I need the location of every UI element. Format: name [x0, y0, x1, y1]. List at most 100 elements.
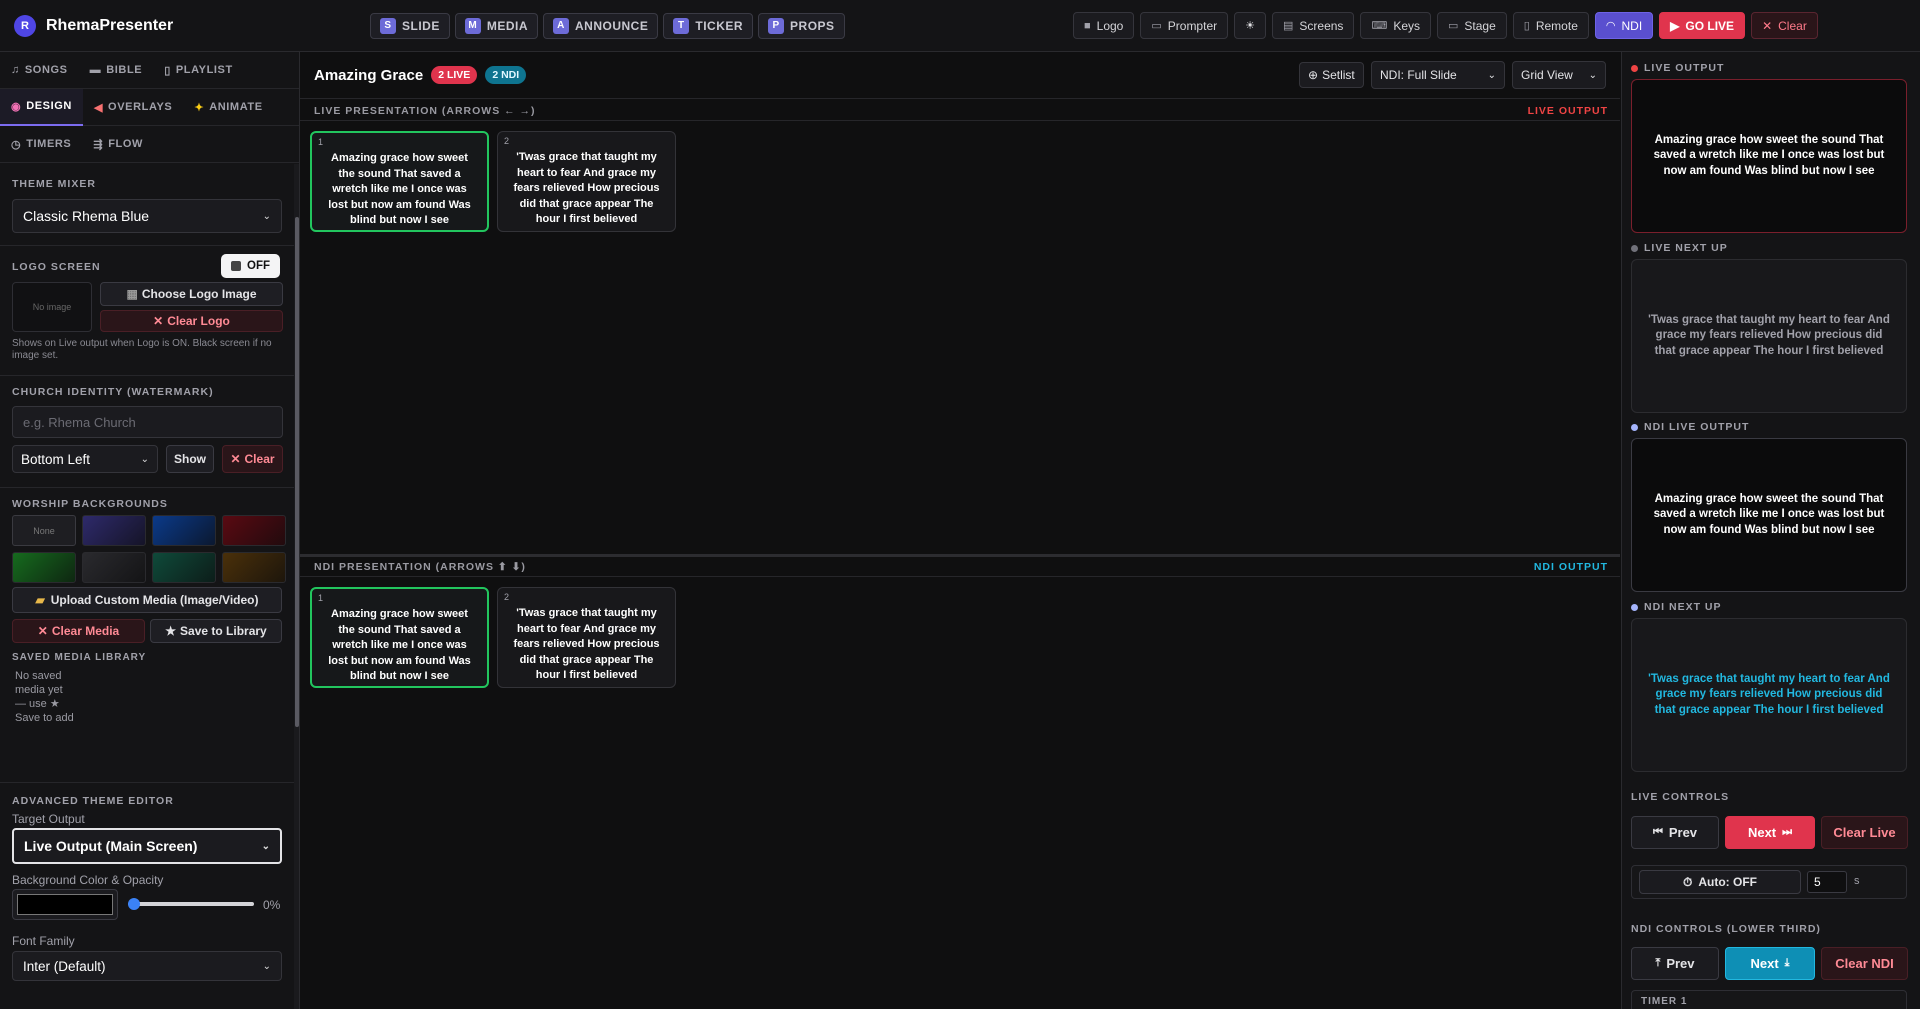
background-swatch[interactable] — [82, 515, 146, 546]
go-live-button[interactable]: ▶ GO LIVE — [1659, 12, 1746, 39]
save-library-button[interactable]: ★ Save to Library — [150, 619, 282, 643]
auto-advance-seconds-input[interactable]: 5 — [1807, 871, 1847, 893]
ndi-next-btn-label: Next — [1750, 956, 1779, 971]
auto-advance-toggle[interactable]: ⏱ Auto: OFF — [1639, 870, 1801, 894]
ndi-mode-value: NDI: Full Slide — [1380, 68, 1457, 82]
theme-toggle-button[interactable]: ☀ — [1234, 12, 1266, 39]
slide-text: 'Twas grace that taught my heart to fear… — [513, 607, 660, 681]
watermark-clear-button[interactable]: ✕ Clear — [222, 445, 283, 473]
palette-icon: ◉ — [11, 100, 22, 113]
mode-props-button[interactable]: P PROPS — [758, 12, 845, 39]
clear-all-button[interactable]: ✕ Clear — [1751, 12, 1818, 39]
panel-splitter[interactable] — [300, 554, 1620, 557]
ndi-prev-button[interactable]: ⤒ Prev — [1631, 947, 1719, 980]
saved-media-title: SAVED MEDIA LIBRARY — [12, 652, 147, 663]
clear-logo-button[interactable]: ✕ Clear Logo — [100, 310, 283, 332]
tab-label: FLOW — [108, 138, 143, 150]
clear-ndi-button[interactable]: Clear NDI — [1821, 947, 1908, 980]
ndi-output-label: NDI LIVE OUTPUT — [1644, 421, 1750, 433]
slide-text: 'Twas grace that taught my heart to fear… — [513, 151, 660, 225]
live-slide-card[interactable]: 1 Amazing grace how sweet the sound That… — [310, 131, 489, 232]
target-output-select[interactable]: Live Output (Main Screen) ⌄ — [12, 828, 282, 864]
tab-label: PLAYLIST — [175, 64, 233, 76]
ndi-next-header: NDI NEXT UP — [1631, 601, 1722, 613]
choose-logo-button[interactable]: ▦ Choose Logo Image — [100, 282, 283, 306]
sidebar-scrollbar-thumb[interactable] — [295, 217, 299, 727]
tab-label: ANIMATE — [209, 101, 263, 113]
timer-card: TIMER 1 — [1631, 990, 1907, 1009]
view-mode-select[interactable]: Grid View ⌄ — [1512, 61, 1606, 89]
clear-media-button[interactable]: ✕ Clear Media — [12, 619, 145, 643]
logo-button[interactable]: ■ Logo — [1073, 12, 1135, 39]
mode-ticker-button[interactable]: T TICKER — [663, 12, 754, 39]
tab-flow[interactable]: ⇶ FLOW — [82, 126, 154, 163]
logo-screen-toggle[interactable]: OFF — [221, 254, 280, 278]
background-swatch[interactable] — [222, 515, 286, 546]
slider-track — [128, 902, 254, 906]
slider-thumb[interactable] — [128, 898, 140, 910]
target-output-value: Live Output (Main Screen) — [24, 838, 198, 854]
choose-logo-label: Choose Logo Image — [141, 287, 257, 301]
go-live-label: GO LIVE — [1685, 18, 1735, 33]
watermark-position-select[interactable]: Bottom Left ⌄ — [12, 445, 158, 473]
background-swatch[interactable] — [12, 552, 76, 583]
live-prev-label: Prev — [1668, 825, 1698, 840]
church-name-input[interactable]: e.g. Rhema Church — [12, 406, 283, 438]
ndi-button[interactable]: ◠ NDI — [1594, 12, 1654, 39]
background-swatch[interactable] — [82, 552, 146, 583]
theme-mixer-value: Classic Rhema Blue — [23, 208, 150, 224]
tab-overlays[interactable]: ◀ OVERLAYS — [83, 89, 183, 126]
tab-animate[interactable]: ✦ ANIMATE — [183, 89, 273, 126]
mode-slide-button[interactable]: S SLIDE — [370, 12, 450, 39]
mode-label: SLIDE — [402, 18, 440, 33]
font-family-select[interactable]: Inter (Default) ⌄ — [12, 951, 282, 981]
advanced-editor-title: ADVANCED THEME EDITOR — [12, 795, 174, 807]
ndi-slide-card[interactable]: 1 Amazing grace how sweet the sound That… — [310, 587, 489, 688]
tab-songs[interactable]: ♫ SONGS — [0, 52, 79, 89]
live-slide-card[interactable]: 2 'Twas grace that taught my heart to fe… — [497, 131, 676, 232]
wifi-icon: ◠ — [1605, 20, 1616, 32]
setlist-button[interactable]: ⊕ Setlist — [1299, 62, 1364, 88]
slide-number: 1 — [318, 593, 324, 603]
background-swatch[interactable] — [222, 552, 286, 583]
live-panel-label: LIVE PRESENTATION (ARROWS ← →) — [314, 105, 536, 117]
background-swatch[interactable] — [152, 515, 216, 546]
ndi-prev-label: Prev — [1666, 956, 1695, 971]
mode-announce-button[interactable]: A ANNOUNCE — [543, 12, 659, 39]
keys-button-label: Keys — [1393, 18, 1421, 33]
saved-media-empty: No saved media yet — use ★ Save to add — [15, 670, 74, 724]
background-none-swatch[interactable]: None — [12, 515, 76, 546]
clear-live-button[interactable]: Clear Live — [1821, 816, 1908, 849]
stage-button[interactable]: ▭ Stage — [1437, 12, 1507, 39]
ndi-mode-select[interactable]: NDI: Full Slide ⌄ — [1371, 61, 1505, 89]
keys-button[interactable]: ⌨ Keys — [1360, 12, 1432, 39]
mode-key: S — [380, 17, 396, 34]
mode-media-button[interactable]: M MEDIA — [454, 12, 539, 39]
tab-timers[interactable]: ◷ TIMERS — [0, 126, 82, 163]
tab-playlist[interactable]: ▯ PLAYLIST — [153, 52, 244, 89]
tab-design[interactable]: ◉ DESIGN — [0, 88, 83, 126]
folder-icon: ▰ — [35, 593, 45, 607]
theme-mixer-title: THEME MIXER — [12, 178, 96, 190]
theme-mixer-select[interactable]: Classic Rhema Blue ⌄ — [12, 199, 282, 233]
sidebar-tabs-row-3: ◷ TIMERS ⇶ FLOW — [0, 126, 299, 163]
app-logo-icon: R — [14, 14, 36, 37]
watermark-show-button[interactable]: Show — [166, 445, 214, 473]
ndi-slide-card[interactable]: 2 'Twas grace that taught my heart to fe… — [497, 587, 676, 688]
prompter-button[interactable]: ▭ Prompter — [1140, 12, 1229, 39]
chevron-down-icon: ⌄ — [261, 840, 270, 852]
ndi-next-button[interactable]: Next ⤓ — [1725, 947, 1815, 980]
background-swatch[interactable] — [152, 552, 216, 583]
remote-button[interactable]: ▯ Remote — [1512, 12, 1589, 39]
live-next-button[interactable]: Next ⏭ — [1725, 816, 1815, 849]
opacity-slider[interactable] — [128, 898, 254, 910]
tab-bible[interactable]: ▬ BIBLE — [79, 52, 154, 89]
live-prev-button[interactable]: ⏮ Prev — [1631, 816, 1719, 849]
live-controls-title: LIVE CONTROLS — [1631, 791, 1730, 803]
document-icon: ▯ — [164, 64, 171, 77]
upload-media-button[interactable]: ▰ Upload Custom Media (Image/Video) — [12, 587, 282, 613]
live-output-preview: Amazing grace how sweet the sound That s… — [1631, 79, 1907, 233]
screens-button[interactable]: ▤ Screens — [1272, 12, 1355, 39]
display-icon: ▭ — [1448, 20, 1459, 32]
background-color-picker[interactable] — [12, 889, 118, 920]
